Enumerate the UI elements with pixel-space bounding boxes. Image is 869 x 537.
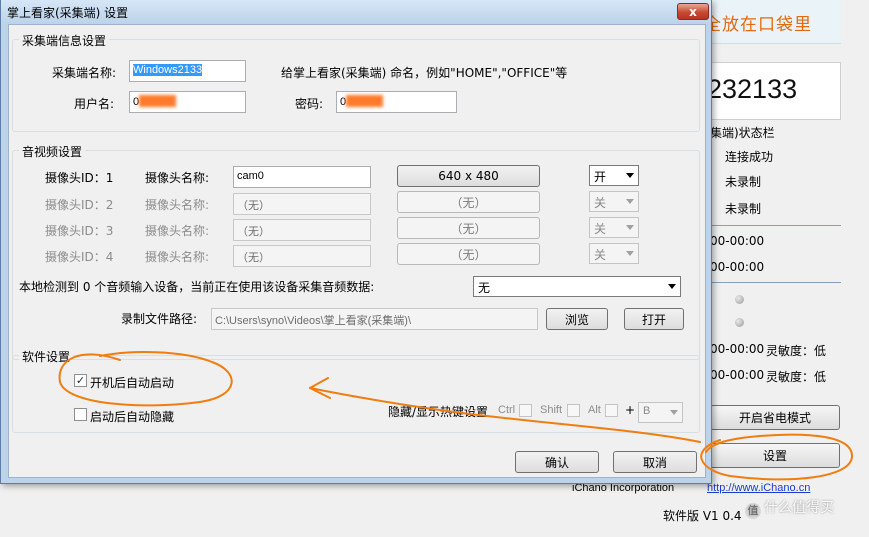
resolution-button[interactable]: （无）	[397, 191, 540, 213]
auto-start-checkbox[interactable]: ✓	[74, 374, 87, 387]
camera-name-label: 摄像头名称:	[145, 198, 210, 212]
resolution-button[interactable]: 640 x 480	[397, 165, 540, 187]
sensitivity-label: 灵敏度：低	[766, 370, 827, 384]
hotkey-key-select[interactable]: B	[638, 402, 683, 423]
auto-hide-checkbox[interactable]	[74, 408, 87, 421]
alt-label: Alt	[588, 404, 601, 416]
browse-button[interactable]: 浏览	[546, 308, 608, 330]
plus-label: +	[625, 403, 636, 417]
cancel-button[interactable]: 取消	[613, 451, 697, 473]
status-line: 未录制	[725, 175, 762, 189]
watermark-text: 什么值得买	[764, 500, 834, 516]
open-button[interactable]: 打开	[624, 308, 684, 330]
dialog-title: 掌上看家(采集端) 设置	[7, 6, 129, 20]
close-button[interactable]: x	[677, 3, 709, 20]
collector-name-label: 采集端名称:	[52, 66, 117, 80]
settings-button[interactable]: 设置	[710, 443, 840, 468]
schedule-time: 00-00:00	[710, 234, 765, 248]
camera-switch-value: 关	[594, 222, 607, 236]
website-link[interactable]: http://www.iChano.cn	[707, 482, 810, 494]
watermark-logo-icon: 值	[745, 503, 761, 519]
banner-slogan: 全放在口袋里	[704, 15, 812, 35]
camera-id-label: 摄像头ID：4	[45, 250, 114, 264]
record-path-label: 录制文件路径:	[121, 312, 198, 326]
schedule-time: 00-00:00	[710, 368, 765, 382]
camera-id-label: 摄像头ID：1	[45, 171, 114, 185]
camera-id-label: 摄像头ID：3	[45, 224, 114, 238]
settings-dialog: 掌上看家(采集端) 设置 x 采集端信息设置 采集端名称: Windows213…	[0, 0, 712, 484]
camera-switch-select[interactable]: 关	[589, 191, 639, 212]
collector-info-group: 采集端信息设置	[12, 32, 700, 132]
camera-id-label: 摄像头ID：2	[45, 198, 114, 212]
hotkey-label: 隐藏/显示热键设置	[388, 405, 489, 419]
audio-device-select[interactable]: 无	[473, 276, 681, 297]
ctrl-checkbox[interactable]	[519, 404, 532, 417]
schedule-time: 00-00:00	[710, 342, 765, 356]
auto-hide-label: 启动后自动隐藏	[90, 410, 175, 424]
camera-switch-value: 关	[594, 248, 607, 262]
group-title: 软件设置	[19, 348, 74, 365]
watermark: 值什么值得买	[745, 497, 834, 519]
chevron-down-icon	[626, 225, 634, 230]
hotkey-key-value: B	[643, 405, 651, 417]
group-title: 采集端信息设置	[19, 32, 110, 49]
chevron-down-icon	[626, 199, 634, 204]
camera-name-input[interactable]: （无）	[233, 193, 371, 215]
auto-start-label: 开机后自动启动	[90, 376, 175, 390]
dialog-body: 采集端信息设置 采集端名称: Windows2133 给掌上看家(采集端) 命名…	[8, 24, 706, 478]
camera-switch-value: 开	[594, 170, 607, 184]
password-label: 密码:	[295, 97, 324, 111]
camera-switch-select[interactable]: 关	[589, 217, 639, 238]
shift-label: Shift	[540, 404, 563, 416]
password-input[interactable]: 0	[336, 91, 457, 113]
username-label: 用户名:	[74, 97, 115, 111]
audio-device-value: 无	[478, 281, 491, 295]
divider	[700, 225, 841, 226]
resolution-button[interactable]: （无）	[397, 217, 540, 239]
status-line: 未录制	[725, 202, 762, 216]
power-save-mode-button[interactable]: 开启省电模式	[710, 405, 840, 430]
collector-name-input[interactable]: Windows2133	[129, 60, 246, 82]
camera-name-input[interactable]: （无）	[233, 245, 371, 267]
camera-switch-select[interactable]: 关	[589, 243, 639, 264]
chevron-down-icon	[626, 251, 634, 256]
chevron-down-icon	[668, 284, 676, 289]
dialog-titlebar[interactable]: 掌上看家(采集端) 设置 x	[1, 0, 711, 24]
redaction-mark	[346, 95, 384, 107]
camera-name-input[interactable]: cam0	[233, 166, 371, 188]
checkmark-icon: ✓	[75, 374, 86, 387]
record-path-input[interactable]: C:\Users\syno\Videos\掌上看家(采集端)\	[211, 308, 538, 330]
camera-switch-value: 关	[594, 196, 607, 210]
alt-checkbox[interactable]	[605, 404, 618, 417]
device-id: 232133	[707, 74, 798, 104]
chevron-down-icon	[670, 410, 678, 415]
camera-name-label: 摄像头名称:	[145, 224, 210, 238]
collector-name-value: Windows2133	[133, 64, 203, 76]
confirm-button[interactable]: 确认	[515, 451, 599, 473]
camera-name-label: 摄像头名称:	[145, 171, 210, 185]
close-icon: x	[689, 4, 697, 19]
username-input[interactable]: 0	[129, 91, 246, 113]
app-banner: 全放在口袋里	[700, 0, 841, 44]
resolution-button[interactable]: （无）	[397, 243, 540, 265]
schedule-time: 00-00:00	[710, 260, 765, 274]
camera-name-input[interactable]: （无）	[233, 219, 371, 241]
camera-switch-select[interactable]: 开	[589, 165, 639, 186]
version-text: 软件版 V1 0.4	[663, 509, 742, 523]
chevron-down-icon	[626, 173, 634, 178]
redaction-mark	[139, 95, 177, 107]
audio-device-text: 本地检测到 0 个音频输入设备，当前正在使用该设备采集音频数据:	[19, 280, 375, 294]
sensitivity-label: 灵敏度：低	[766, 344, 827, 358]
collector-name-hint: 给掌上看家(采集端) 命名，例如"HOME","OFFICE"等	[281, 66, 568, 80]
group-title: 音视频设置	[19, 143, 86, 160]
indicator-dot	[735, 295, 744, 304]
status-line: 连接成功	[725, 150, 774, 164]
indicator-dot	[735, 318, 744, 327]
camera-name-label: 摄像头名称:	[145, 250, 210, 264]
ctrl-label: Ctrl	[498, 404, 516, 416]
shift-checkbox[interactable]	[567, 404, 580, 417]
status-bar-title: 集端)状态栏	[710, 126, 775, 140]
divider	[700, 282, 841, 283]
